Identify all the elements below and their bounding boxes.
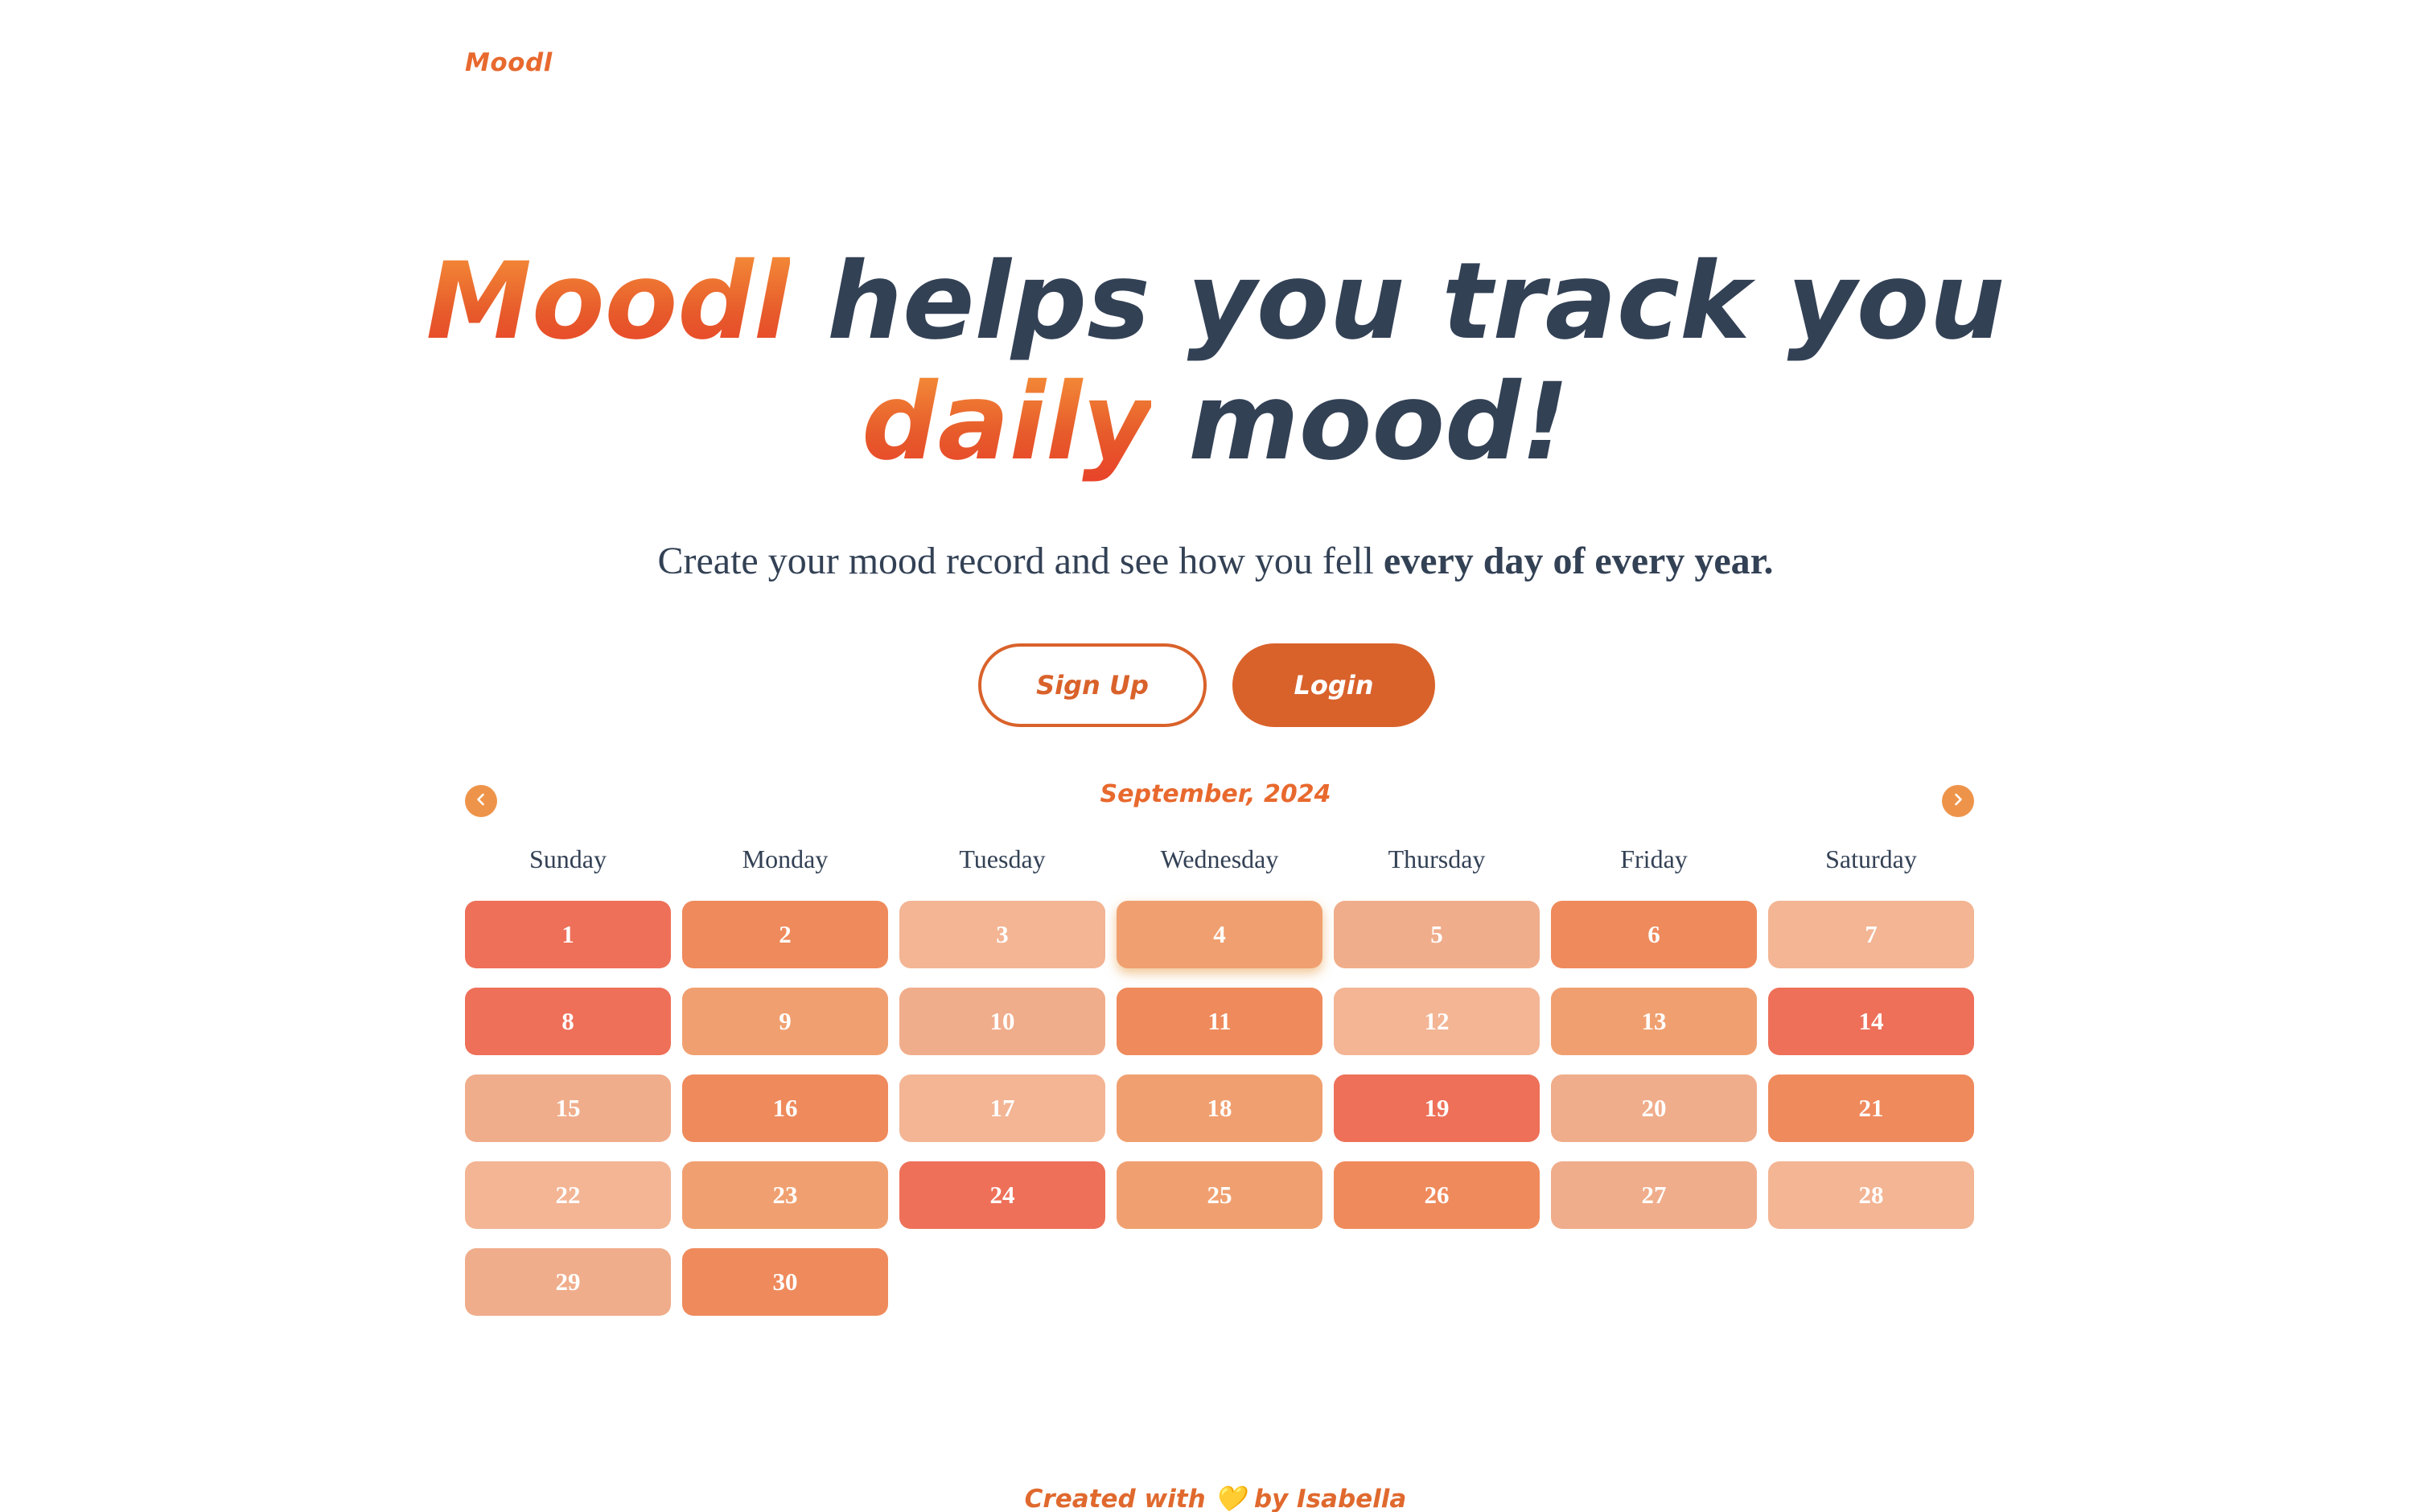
calendar-day[interactable]: 16 — [682, 1074, 888, 1142]
calendar-day[interactable]: 8 — [465, 988, 671, 1055]
calendar-day[interactable]: 24 — [899, 1161, 1105, 1229]
calendar-day[interactable]: 29 — [465, 1248, 671, 1316]
calendar-day[interactable]: 21 — [1768, 1074, 1974, 1142]
calendar-day[interactable]: 23 — [682, 1161, 888, 1229]
calendar-month-label: September, 2024 — [1100, 780, 1331, 808]
calendar-day[interactable]: 13 — [1551, 988, 1757, 1055]
calendar-day[interactable]: 12 — [1334, 988, 1540, 1055]
calendar-day[interactable]: 9 — [682, 988, 888, 1055]
hero-line1-text: helps you track you — [827, 240, 2005, 364]
calendar-day[interactable]: 2 — [682, 901, 888, 968]
weekday-header: Tuesday — [959, 844, 1046, 873]
heart-icon: 💛 — [1214, 1485, 1246, 1512]
weekday-header: Friday — [1620, 844, 1688, 873]
weekday-header: Saturday — [1825, 844, 1917, 873]
login-button[interactable]: Login — [1232, 643, 1435, 727]
calendar-day[interactable]: 4 — [1117, 901, 1322, 968]
logo-link[interactable]: Moodl — [465, 48, 553, 77]
weekday-header: Monday — [742, 844, 829, 873]
calendar-day[interactable]: 25 — [1117, 1161, 1322, 1229]
calendar-day[interactable]: 22 — [465, 1161, 671, 1229]
signup-button[interactable]: Sign Up — [978, 643, 1207, 727]
weekday-header: Sunday — [529, 844, 607, 873]
calendar-day[interactable]: 14 — [1768, 988, 1974, 1055]
calendar-day[interactable]: 20 — [1551, 1074, 1757, 1142]
footer-suffix: by Isabella — [1253, 1485, 1407, 1512]
calendar-day[interactable]: 5 — [1334, 901, 1540, 968]
chevron-right-icon — [1950, 791, 1966, 811]
hero-highlight: daily — [862, 360, 1152, 484]
calendar-day[interactable]: 15 — [465, 1074, 671, 1142]
footer-credit: Created with 💛 by Isabella — [0, 1484, 2431, 1512]
hero-line2-text: mood! — [1188, 360, 1569, 484]
hero-subtitle: Create your mood record and see how you … — [0, 539, 2431, 583]
calendar-day[interactable]: 10 — [899, 988, 1105, 1055]
calendar-day[interactable]: 26 — [1334, 1161, 1540, 1229]
subtitle-text: Create your mood record and see how you … — [657, 540, 1384, 582]
calendar-day[interactable]: 11 — [1117, 988, 1322, 1055]
calendar-day[interactable]: 17 — [899, 1074, 1105, 1142]
weekday-header: Thursday — [1388, 844, 1486, 873]
hero-heading: Moodl helps you track you daily mood! — [0, 241, 2431, 483]
calendar-day[interactable]: 28 — [1768, 1161, 1974, 1229]
calendar-day[interactable]: 30 — [682, 1248, 888, 1316]
next-month-button[interactable] — [1942, 785, 1974, 817]
footer-prefix: Created with — [1024, 1485, 1206, 1512]
calendar-day[interactable]: 27 — [1551, 1161, 1757, 1229]
subtitle-emphasis: every day of every year. — [1383, 540, 1774, 582]
calendar-day[interactable]: 1 — [465, 901, 671, 968]
calendar-day[interactable]: 3 — [899, 901, 1105, 968]
weekday-header: Wednesday — [1160, 844, 1279, 873]
calendar-day[interactable]: 19 — [1334, 1074, 1540, 1142]
calendar-day[interactable]: 18 — [1117, 1074, 1322, 1142]
hero-brand: Moodl — [426, 240, 791, 364]
calendar-day[interactable]: 6 — [1551, 901, 1757, 968]
calendar-day[interactable]: 7 — [1768, 901, 1974, 968]
